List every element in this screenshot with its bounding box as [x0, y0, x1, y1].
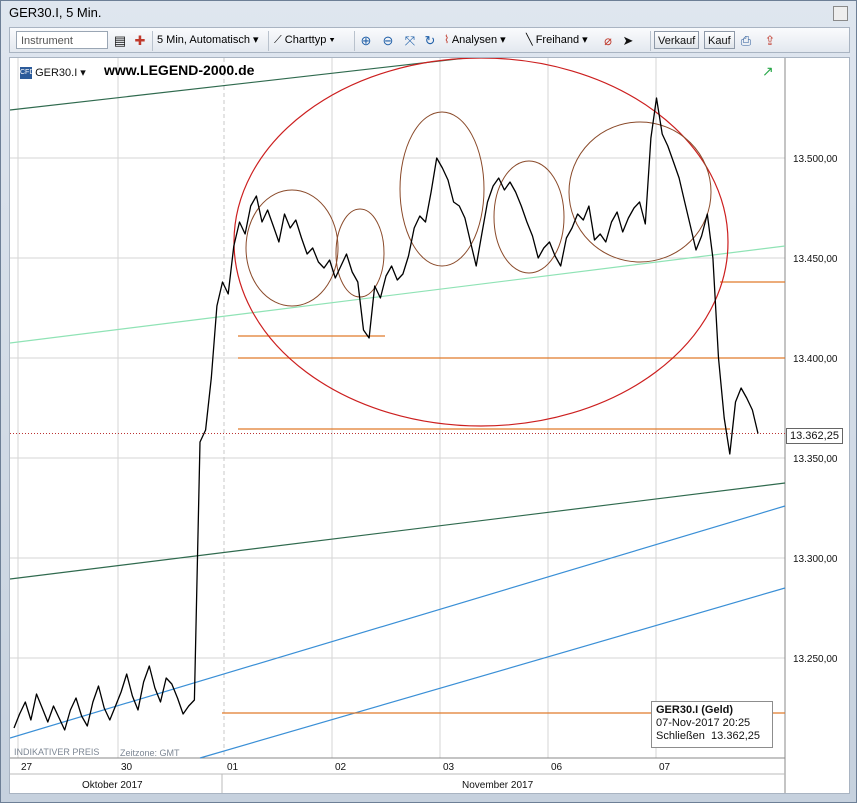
- info-datetime: 07-Nov-2017 20:25: [656, 717, 751, 729]
- trend-up-icon: ↗: [762, 63, 774, 79]
- price-info-box: GER30.I (Geld) 07-Nov-2017 20:25 Schließ…: [651, 701, 773, 748]
- freihand-dropdown[interactable]: ╲ Freihand ▾: [526, 32, 588, 48]
- chart-window: GER30.I, 5 Min. Instrument ▤ ✚ 5 Min, Au…: [0, 0, 857, 803]
- export-icon[interactable]: ⇪: [762, 33, 778, 49]
- refresh-icon[interactable]: ↻: [422, 33, 438, 49]
- info-title: GER30.I (Geld): [656, 704, 734, 716]
- x-axis: [10, 758, 785, 793]
- zoom-out-icon[interactable]: ⊖: [380, 33, 396, 49]
- toolbar: Instrument ▤ ✚ 5 Min, Automatisch ▾ ⟋ Ch…: [9, 27, 850, 53]
- close-button[interactable]: [833, 6, 848, 21]
- trendline-light: [10, 245, 786, 344]
- highlight-circle: [493, 160, 565, 274]
- pointer-icon[interactable]: ➤: [620, 33, 636, 49]
- highlight-circle: [335, 208, 385, 298]
- last-price-label: 13.362,25: [786, 428, 843, 444]
- y-tick-label: 13.350,00: [793, 454, 838, 465]
- info-close-label: Schließen: [656, 730, 705, 742]
- y-tick-label: 13.400,00: [793, 354, 838, 365]
- trendline-mid: [10, 482, 786, 580]
- info-close-value: 13.362,25: [711, 730, 760, 742]
- highlight-circle: [245, 189, 339, 307]
- interval-dropdown[interactable]: 5 Min, Automatisch ▾: [157, 32, 259, 48]
- y-tick-label: 13.250,00: [793, 654, 838, 665]
- window-title: GER30.I, 5 Min.: [9, 5, 102, 20]
- indicative-price-note: INDIKATIVER PREIS: [14, 747, 100, 757]
- verkauf-button[interactable]: Verkauf: [654, 31, 700, 49]
- add-indicator-icon[interactable]: ✚: [132, 33, 148, 49]
- price-chart: 13.250,00 13.300,00 13.350,00 13.400,00 13.4…: [10, 58, 838, 793]
- chart-area: 13.250,00 13.300,00 13.350,00 13.400,00 13.4…: [9, 57, 850, 794]
- y-tick-label: 13.500,00: [793, 154, 838, 165]
- price-line: [13, 97, 759, 731]
- y-tick-label: 13.450,00: [793, 254, 838, 265]
- eraser-icon[interactable]: ⌀: [600, 33, 616, 49]
- print-icon[interactable]: ⎙: [738, 33, 754, 49]
- chart-symbol-badge: CFD GER30.I ▾: [20, 67, 86, 80]
- watermark: www.LEGEND-2000.de: [104, 62, 255, 78]
- instrument-list-icon[interactable]: ▤: [112, 33, 128, 49]
- timezone-note: Zeitzone: GMT: [120, 748, 180, 758]
- zoom-in-icon[interactable]: ⊕: [358, 33, 374, 49]
- analysen-dropdown[interactable]: ⌇ Analysen ▾: [444, 32, 506, 48]
- highlight-circle: [399, 111, 485, 267]
- y-tick-label: 13.300,00: [793, 554, 838, 565]
- chart-symbol: GER30.I: [35, 67, 78, 79]
- kauf-button[interactable]: Kauf: [704, 31, 735, 49]
- charttyp-dropdown[interactable]: ⟋ Charttyp ▾: [274, 32, 335, 48]
- fit-icon[interactable]: ⤧: [402, 33, 418, 49]
- instrument-input[interactable]: Instrument: [16, 31, 108, 49]
